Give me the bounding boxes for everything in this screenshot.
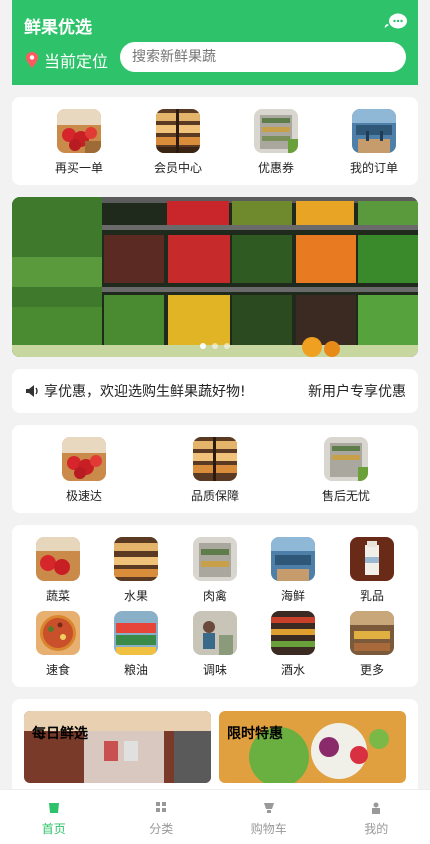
category-meat[interactable]: 肉禽: [185, 537, 245, 604]
promo-section: 每日鲜选 限时特惠: [12, 699, 418, 799]
category-label: 乳品: [359, 589, 384, 603]
category-label: 速食: [45, 663, 70, 677]
dairy-thumb-icon: [350, 537, 394, 581]
category-seafood[interactable]: 海鲜: [263, 537, 323, 604]
tab-category[interactable]: 分类: [108, 790, 216, 844]
category-grain-oil[interactable]: 粮油: [106, 611, 166, 678]
quick-action-label: 再买一单: [54, 161, 103, 175]
seasoning-thumb-icon: [193, 611, 237, 655]
search-input[interactable]: [120, 42, 406, 72]
tab-home[interactable]: 首页: [0, 790, 108, 844]
promo-daily-fresh[interactable]: 每日鲜选: [24, 711, 211, 783]
category-vegetable[interactable]: 蔬菜: [28, 537, 88, 604]
category-seasoning[interactable]: 调味: [185, 611, 245, 678]
feature-quality[interactable]: 品质保障: [185, 437, 245, 504]
tab-label: 我的: [364, 822, 389, 836]
feature-after-sales[interactable]: 售后无忧: [316, 437, 376, 504]
category-fruit[interactable]: 水果: [106, 537, 166, 604]
carousel-indicator: [200, 343, 230, 349]
user-icon: [372, 802, 381, 814]
category-label: 肉禽: [202, 589, 227, 603]
tab-label: 分类: [149, 822, 174, 836]
feature-label: 极速达: [65, 489, 102, 503]
fridge-thumb-icon: [254, 109, 298, 153]
quick-action-reorder[interactable]: 再买一单: [49, 109, 109, 176]
location-selector[interactable]: 当前定位: [24, 48, 108, 72]
strawberry-thumb-icon: [62, 437, 106, 481]
home-icon: [48, 803, 59, 813]
feature-label: 品质保障: [190, 489, 239, 503]
app-title: 鲜果优选: [24, 18, 92, 38]
service-features-card: 极速达 品质保障 售后无忧: [12, 425, 418, 513]
quick-action-orders[interactable]: 我的订单: [344, 109, 404, 176]
category-fast-food[interactable]: 速食: [28, 611, 88, 678]
message-icon[interactable]: [384, 12, 408, 32]
quick-action-membership[interactable]: 会员中心: [148, 109, 208, 176]
notice-bar[interactable]: 享优惠，欢迎选购生鲜果蔬好物! 新用户专享优惠: [12, 369, 418, 413]
feature-label: 售后无忧: [321, 489, 370, 503]
location-label: 当前定位: [44, 52, 109, 71]
category-label: 更多: [359, 663, 384, 677]
salad-photo-icon: [219, 711, 406, 783]
top-header: 鲜果优选 当前定位: [12, 0, 418, 85]
category-label: 粮油: [123, 663, 148, 677]
seafood-thumb-icon: [271, 537, 315, 581]
tab-label: 购物车: [250, 822, 287, 836]
carousel-dot-active[interactable]: [200, 343, 206, 349]
more-thumb-icon: [350, 611, 394, 655]
meat-thumb-icon: [193, 537, 237, 581]
market-photo-icon: [24, 711, 211, 783]
tab-cart[interactable]: 购物车: [215, 790, 323, 844]
notice-text: 享优惠，欢迎选购生鲜果蔬好物!: [44, 384, 246, 400]
tab-label: 首页: [41, 822, 66, 836]
category-label: 调味: [202, 663, 227, 677]
cart-icon: [263, 803, 274, 813]
quick-action-coupons[interactable]: 优惠券: [246, 109, 306, 176]
category-more[interactable]: 更多: [342, 611, 402, 678]
carousel-dot[interactable]: [224, 343, 230, 349]
tab-profile[interactable]: 我的: [323, 790, 430, 844]
feature-fast-delivery[interactable]: 极速达: [54, 437, 114, 504]
fridge-thumb-icon: [324, 437, 368, 481]
category-drinks[interactable]: 酒水: [263, 611, 323, 678]
category-label: 水果: [123, 589, 148, 603]
notice-tag: 新用户专享优惠: [308, 384, 406, 400]
drinks-thumb-icon: [271, 611, 315, 655]
strawberry-thumb-icon: [57, 109, 101, 153]
category-dairy[interactable]: 乳品: [342, 537, 402, 604]
quick-action-label: 我的订单: [349, 161, 398, 175]
grain-oil-thumb-icon: [114, 611, 158, 655]
category-label: 海鲜: [280, 589, 305, 603]
category-label: 蔬菜: [45, 589, 70, 603]
cafe-thumb-icon: [352, 109, 396, 153]
category-grid-card: 蔬菜 水果 肉禽 海鲜 乳品 速食 粮油 调味 酒水 更多: [12, 525, 418, 687]
vegetable-thumb-icon: [36, 537, 80, 581]
app-page: 鲜果优选 当前定位 再买一单: [0, 0, 430, 844]
fruit-thumb-icon: [114, 537, 158, 581]
promo-flash-sale[interactable]: 限时特惠: [219, 711, 406, 783]
quick-actions-card: 再买一单 会员中心 优惠券 我的订单: [12, 97, 418, 185]
promo-title: 限时特惠: [227, 726, 283, 742]
quick-action-label: 会员中心: [153, 161, 202, 175]
quick-action-label: 优惠券: [257, 161, 294, 175]
promo-title: 每日鲜选: [32, 726, 88, 742]
store-shelf-thumb-icon: [156, 109, 200, 153]
produce-banner-image: [12, 197, 418, 357]
store-shelf-thumb-icon: [193, 437, 237, 481]
pizza-thumb-icon: [36, 611, 80, 655]
grid-icon: [156, 802, 167, 812]
megaphone-icon: [26, 385, 38, 397]
promo-banner-carousel[interactable]: [12, 197, 418, 357]
bottom-tab-bar: 首页 分类 购物车 我的: [0, 789, 430, 844]
category-label: 酒水: [280, 663, 305, 677]
carousel-dot[interactable]: [212, 343, 218, 349]
location-pin-icon: [26, 52, 38, 68]
